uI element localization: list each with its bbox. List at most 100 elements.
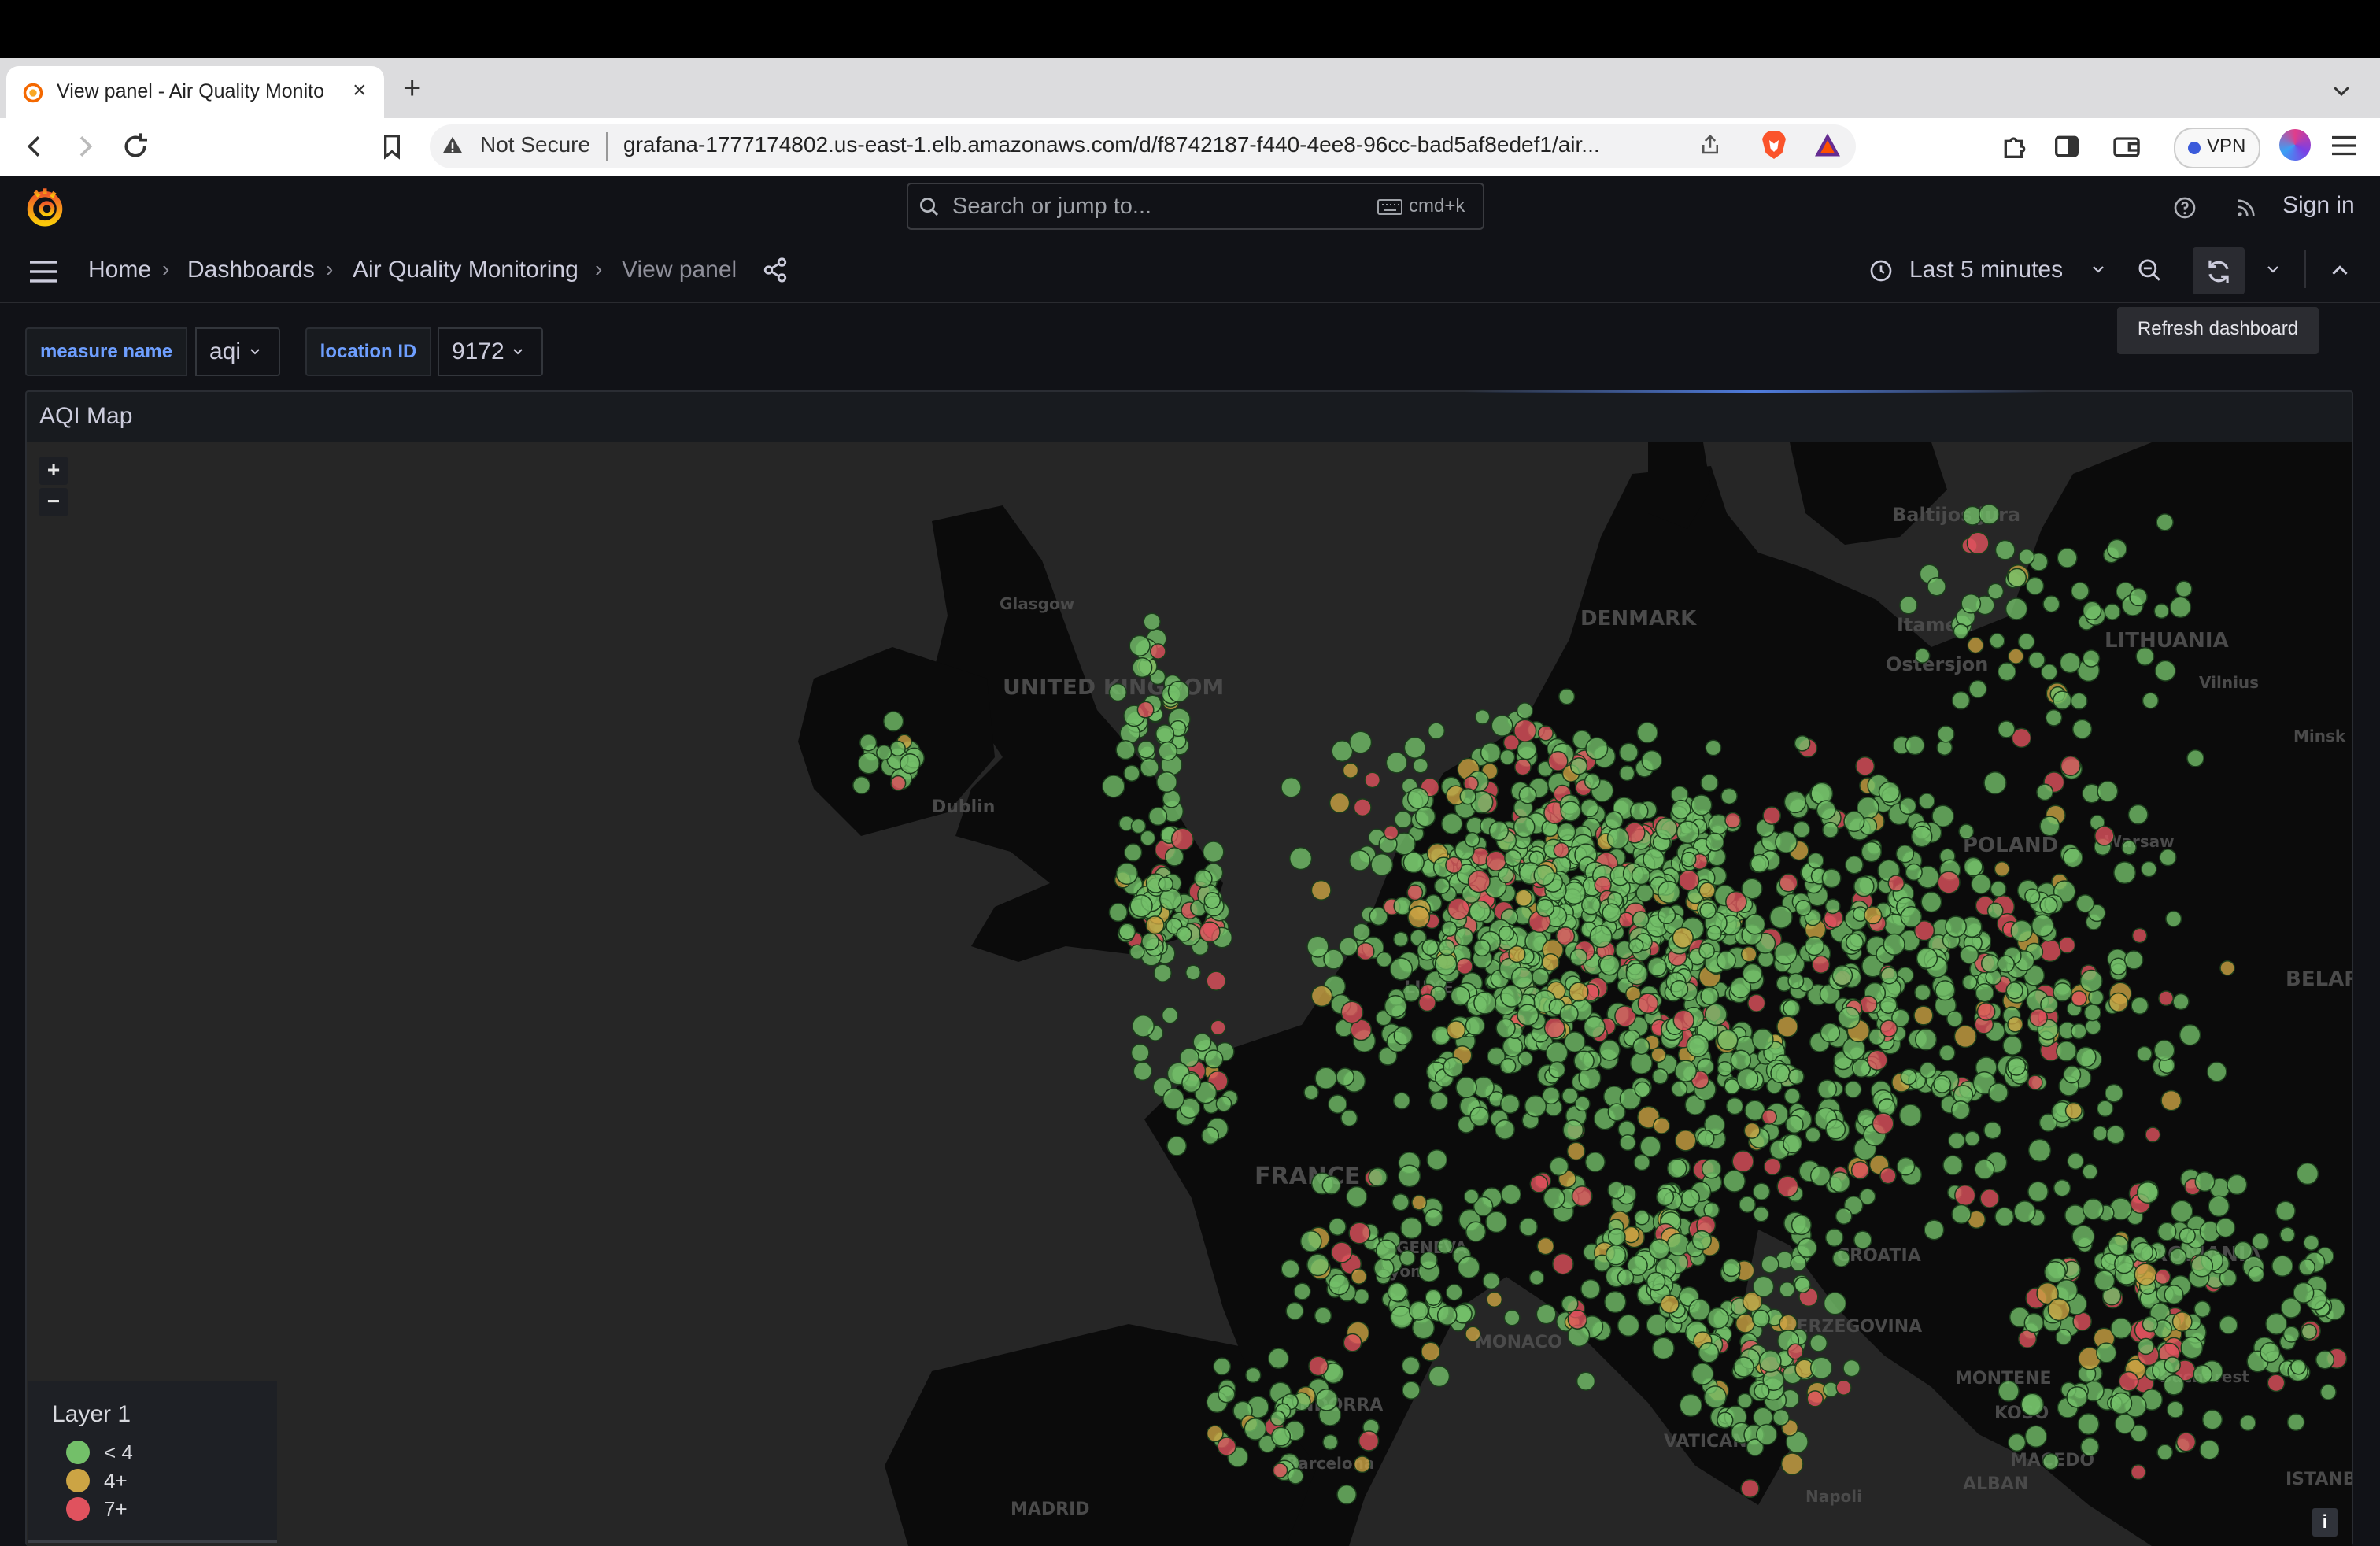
- aqi-marker[interactable]: [1513, 816, 1536, 838]
- aqi-marker[interactable]: [1130, 1043, 1150, 1063]
- aqi-marker[interactable]: [1699, 902, 1717, 919]
- aqi-marker[interactable]: [2071, 1225, 2095, 1248]
- aqi-marker[interactable]: [1823, 1292, 1847, 1315]
- aqi-marker[interactable]: [1680, 851, 1697, 867]
- bookmark-icon[interactable]: [376, 131, 408, 162]
- aqi-marker[interactable]: [2127, 804, 2149, 825]
- aqi-marker[interactable]: [1632, 911, 1650, 928]
- aqi-marker[interactable]: [1811, 955, 1831, 974]
- aqi-marker[interactable]: [2096, 1100, 2114, 1118]
- aqi-marker[interactable]: [1634, 1081, 1651, 1098]
- aqi-marker[interactable]: [1816, 800, 1836, 820]
- aqi-marker[interactable]: [1953, 1025, 1977, 1049]
- aqi-marker[interactable]: [1293, 1282, 1311, 1300]
- aqi-marker[interactable]: [1779, 873, 1798, 893]
- aqi-marker[interactable]: [1558, 688, 1576, 705]
- aqi-marker[interactable]: [1980, 954, 2000, 973]
- aqi-marker[interactable]: [1916, 947, 1938, 969]
- aqi-marker[interactable]: [1584, 773, 1601, 790]
- aqi-marker[interactable]: [2020, 1393, 2045, 1417]
- aqi-marker[interactable]: [1899, 797, 1917, 816]
- sidebar-icon[interactable]: [2051, 131, 2082, 162]
- aqi-marker[interactable]: [1500, 984, 1523, 1008]
- aqi-marker[interactable]: [1166, 1135, 1188, 1156]
- aqi-marker[interactable]: [1678, 869, 1700, 891]
- aqi-marker[interactable]: [2007, 1056, 2027, 1076]
- aqi-marker[interactable]: [1850, 1160, 1870, 1180]
- aqi-marker[interactable]: [1607, 1181, 1626, 1200]
- share-icon[interactable]: [762, 257, 789, 283]
- aqi-marker[interactable]: [1724, 812, 1742, 829]
- aqi-marker[interactable]: [1328, 1218, 1347, 1236]
- aqi-marker[interactable]: [1859, 995, 1878, 1014]
- aqi-marker[interactable]: [2017, 633, 2035, 651]
- share-icon[interactable]: [1698, 132, 1722, 157]
- aqi-marker[interactable]: [1267, 1348, 1289, 1370]
- aqi-marker[interactable]: [1905, 863, 1923, 882]
- aqi-marker[interactable]: [1571, 1185, 1593, 1208]
- aqi-marker[interactable]: [1358, 1430, 1380, 1452]
- aqi-marker[interactable]: [2007, 568, 2027, 588]
- aqi-marker[interactable]: [1124, 843, 1143, 862]
- aqi-marker[interactable]: [1774, 941, 1798, 965]
- grafana-logo-icon[interactable]: [25, 187, 65, 228]
- aqi-marker[interactable]: [1543, 1187, 1565, 1209]
- aqi-marker[interactable]: [2142, 692, 2160, 709]
- aqi-marker[interactable]: [1835, 1379, 1852, 1396]
- aqi-marker[interactable]: [1133, 1061, 1153, 1082]
- aqi-marker[interactable]: [2134, 1263, 2157, 1286]
- aqi-marker[interactable]: [1400, 1216, 1423, 1240]
- aqi-marker[interactable]: [1156, 771, 1177, 793]
- aqi-marker[interactable]: [1339, 937, 1358, 956]
- aqi-marker[interactable]: [1436, 1305, 1458, 1326]
- aqi-marker[interactable]: [1562, 1119, 1584, 1141]
- aqi-marker[interactable]: [1637, 993, 1659, 1015]
- aqi-marker[interactable]: [1753, 1407, 1773, 1428]
- aqi-marker[interactable]: [2298, 1258, 2315, 1276]
- aqi-marker[interactable]: [1469, 900, 1491, 923]
- menu-hamburger-icon[interactable]: [27, 258, 60, 285]
- aqi-marker[interactable]: [2133, 1241, 2154, 1263]
- aqi-marker[interactable]: [1736, 1067, 1759, 1090]
- aqi-marker[interactable]: [2109, 957, 2127, 975]
- aqi-marker[interactable]: [1632, 1037, 1650, 1055]
- aqi-marker[interactable]: [1716, 950, 1736, 971]
- aqi-marker[interactable]: [2045, 708, 2063, 727]
- aqi-marker[interactable]: [2293, 1282, 2315, 1304]
- aqi-marker[interactable]: [1761, 1108, 1777, 1125]
- aqi-marker[interactable]: [1674, 1060, 1698, 1082]
- aqi-marker[interactable]: [1938, 1045, 1956, 1061]
- variable-select-location-id[interactable]: 9172: [438, 327, 543, 376]
- aqi-marker[interactable]: [1751, 1028, 1774, 1051]
- aqi-marker[interactable]: [1979, 503, 2000, 525]
- aqi-marker[interactable]: [2271, 1255, 2293, 1278]
- aqi-marker[interactable]: [1671, 1080, 1688, 1097]
- aqi-marker[interactable]: [1966, 531, 1990, 555]
- aqi-marker[interactable]: [1129, 944, 1145, 960]
- aqi-marker[interactable]: [1454, 927, 1474, 947]
- aqi-marker[interactable]: [1968, 679, 1987, 699]
- aqi-marker[interactable]: [1900, 906, 1923, 928]
- aqi-marker[interactable]: [2031, 914, 2054, 938]
- aqi-marker[interactable]: [1498, 926, 1514, 942]
- aqi-marker[interactable]: [1340, 1000, 1364, 1024]
- aqi-marker[interactable]: [1508, 945, 1526, 963]
- aqi-marker[interactable]: [1536, 898, 1554, 918]
- aqi-marker[interactable]: [1937, 725, 1955, 743]
- aqi-marker[interactable]: [1725, 890, 1747, 913]
- aqi-marker[interactable]: [1536, 1304, 1557, 1325]
- aqi-marker[interactable]: [1441, 920, 1458, 937]
- aqi-marker[interactable]: [2137, 1337, 2155, 1356]
- aqi-marker[interactable]: [1635, 884, 1654, 902]
- aqi-marker[interactable]: [1672, 926, 1694, 949]
- aqi-marker[interactable]: [1115, 862, 1139, 886]
- aqi-marker[interactable]: [1824, 1228, 1844, 1247]
- aqi-marker[interactable]: [1450, 986, 1471, 1006]
- aqi-marker[interactable]: [2024, 888, 2041, 904]
- aqi-marker[interactable]: [1628, 938, 1644, 954]
- aqi-marker[interactable]: [1835, 1208, 1853, 1225]
- aqi-marker[interactable]: [1543, 1017, 1565, 1039]
- aqi-marker[interactable]: [1933, 1074, 1952, 1093]
- aqi-marker[interactable]: [2301, 1323, 2318, 1340]
- breadcrumb-dashboard[interactable]: Air Quality Monitoring: [353, 257, 578, 283]
